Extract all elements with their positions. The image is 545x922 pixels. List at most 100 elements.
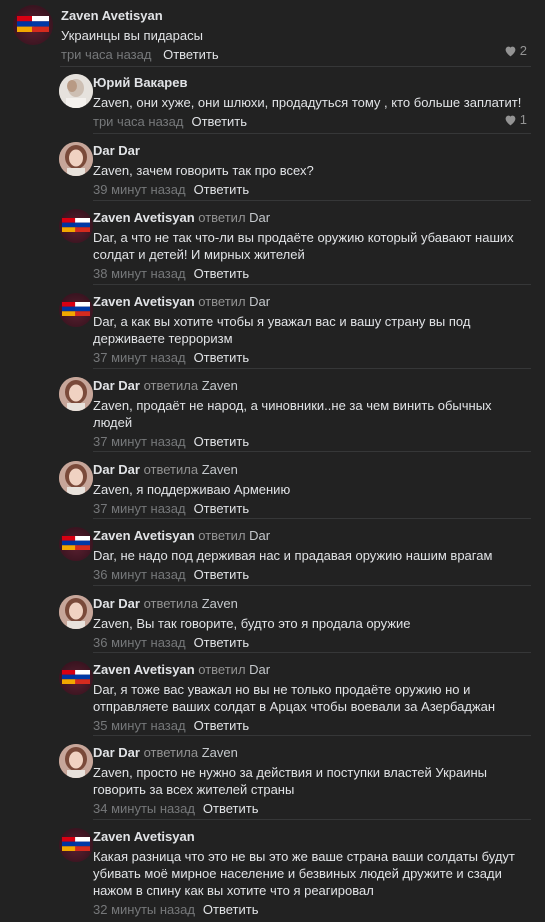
comment-time[interactable]: 36 минут назад [93,567,186,582]
avatar[interactable] [59,209,93,243]
reply-target[interactable]: Zaven [202,596,238,611]
comment-author[interactable]: Zaven Avetisyan [93,294,195,309]
portrait-icon [59,377,93,411]
avatar[interactable] [59,142,93,176]
reply-target[interactable]: Dar [249,528,270,543]
comment-header: Юрий Вакарев [93,75,531,90]
comment-text: Zaven, продаёт не народ, а чиновники..не… [93,398,492,430]
comment-text: Dar, а как вы хотите чтобы я уважал вас … [93,314,471,346]
divider [93,284,531,285]
comment-time[interactable]: 35 минут назад [93,718,186,733]
heart-icon [505,115,516,126]
portrait-icon [59,461,93,495]
comment-text: Zaven, я поддерживаю Армению [93,482,291,497]
flags-icon [17,16,49,32]
comment-text: Zaven, просто не нужно за действия и пос… [93,765,488,797]
comment-header: Dar Dar ответила Zaven [93,462,531,477]
comment-author[interactable]: Zaven Avetisyan [61,8,531,23]
comment-text: Zaven, они хуже, они шлюхи, продадуться … [93,95,522,110]
comment-text: Zaven, Вы так говорите, будто это я прод… [93,616,411,631]
reply-button[interactable]: Ответить [194,350,250,365]
reply-button[interactable]: Ответить [203,801,259,816]
like-count: 2 [519,43,527,58]
reply-button[interactable]: Ответить [194,635,250,650]
reply-button[interactable]: Ответить [194,266,250,281]
comment-author[interactable]: Dar Dar [93,378,140,393]
like-button[interactable]: 2 [504,43,527,58]
comment-header: Zaven Avetisyan ответил Dar [93,210,531,225]
comment-author[interactable]: Zaven Avetisyan [93,528,195,543]
comment-author[interactable]: Dar Dar [93,745,140,760]
comment-time[interactable]: 38 минут назад [93,266,186,281]
avatar[interactable] [59,293,93,327]
divider [93,133,531,134]
portrait-icon [59,142,93,176]
comment-header: Zaven Avetisyan ответил Dar [93,662,531,677]
reply-word: ответил [198,210,246,225]
comment-time[interactable]: 37 минут назад [93,501,186,516]
comment-author[interactable]: Dar Dar [93,462,140,477]
reply-button[interactable]: Ответить [194,567,250,582]
comment-author[interactable]: Dar Dar [93,143,140,158]
comment-text: Zaven, зачем говорить так про всех? [93,163,314,178]
divider [93,451,531,452]
comment-author[interactable]: Dar Dar [93,596,140,611]
comment-time[interactable]: 32 минуты назад [93,902,195,917]
reply-button[interactable]: Ответить [191,114,247,129]
comment-time[interactable]: 36 минут назад [93,635,186,650]
comment-time[interactable]: 37 минут назад [93,350,186,365]
reply-button[interactable]: Ответить [203,902,259,917]
comment-text: Украинцы вы пидарасы [61,28,203,43]
reply-target[interactable]: Zaven [202,745,238,760]
reply-word: ответил [198,662,246,677]
reply-target[interactable]: Zaven [202,378,238,393]
avatar[interactable] [13,5,53,45]
comment-text: Какая разница что это не вы это же ваше … [93,849,515,898]
avatar[interactable] [59,74,93,108]
reply-target[interactable]: Dar [249,294,270,309]
portrait-icon [59,74,93,108]
comment-author[interactable]: Юрий Вакарев [93,75,187,90]
comment-text: Dar, не надо под держивая нас и прадавая… [93,548,493,563]
reply-target[interactable]: Zaven [202,462,238,477]
avatar[interactable] [59,828,93,862]
comment-author[interactable]: Zaven Avetisyan [93,210,195,225]
avatar[interactable] [59,461,93,495]
avatar[interactable] [59,595,93,629]
divider [93,819,531,820]
divider [93,652,531,653]
avatar[interactable] [59,377,93,411]
avatar[interactable] [59,527,93,561]
flags-icon [62,536,90,550]
divider [93,368,531,369]
comment-time[interactable]: 39 минут назад [93,182,186,197]
avatar[interactable] [59,661,93,695]
reply-word: ответил [198,528,246,543]
comment-author[interactable]: Zaven Avetisyan [93,829,195,844]
divider [93,518,531,519]
reply-word: ответил [198,294,246,309]
reply-button[interactable]: Ответить [163,47,219,62]
reply-word: ответила [143,596,199,611]
reply-button[interactable]: Ответить [194,434,250,449]
flags-icon [62,218,90,232]
reply-target[interactable]: Dar [249,210,270,225]
comment-time[interactable]: три часа назад [93,114,183,129]
like-count: 1 [519,112,527,127]
like-button[interactable]: 1 [504,112,527,127]
reply-button[interactable]: Ответить [194,718,250,733]
reply-word: ответила [143,745,199,760]
reply-target[interactable]: Dar [249,662,270,677]
reply-button[interactable]: Ответить [194,501,250,516]
divider [93,200,531,201]
comment-time[interactable]: три часа назад [61,47,151,62]
avatar[interactable] [59,744,93,778]
flags-icon [62,302,90,316]
comment-header: Dar Dar ответила Zaven [93,745,531,760]
flags-icon [62,670,90,684]
reply-button[interactable]: Ответить [194,182,250,197]
comment-time[interactable]: 37 минут назад [93,434,186,449]
comment-author[interactable]: Zaven Avetisyan [93,662,195,677]
portrait-icon [59,595,93,629]
comment-time[interactable]: 34 минуты назад [93,801,195,816]
